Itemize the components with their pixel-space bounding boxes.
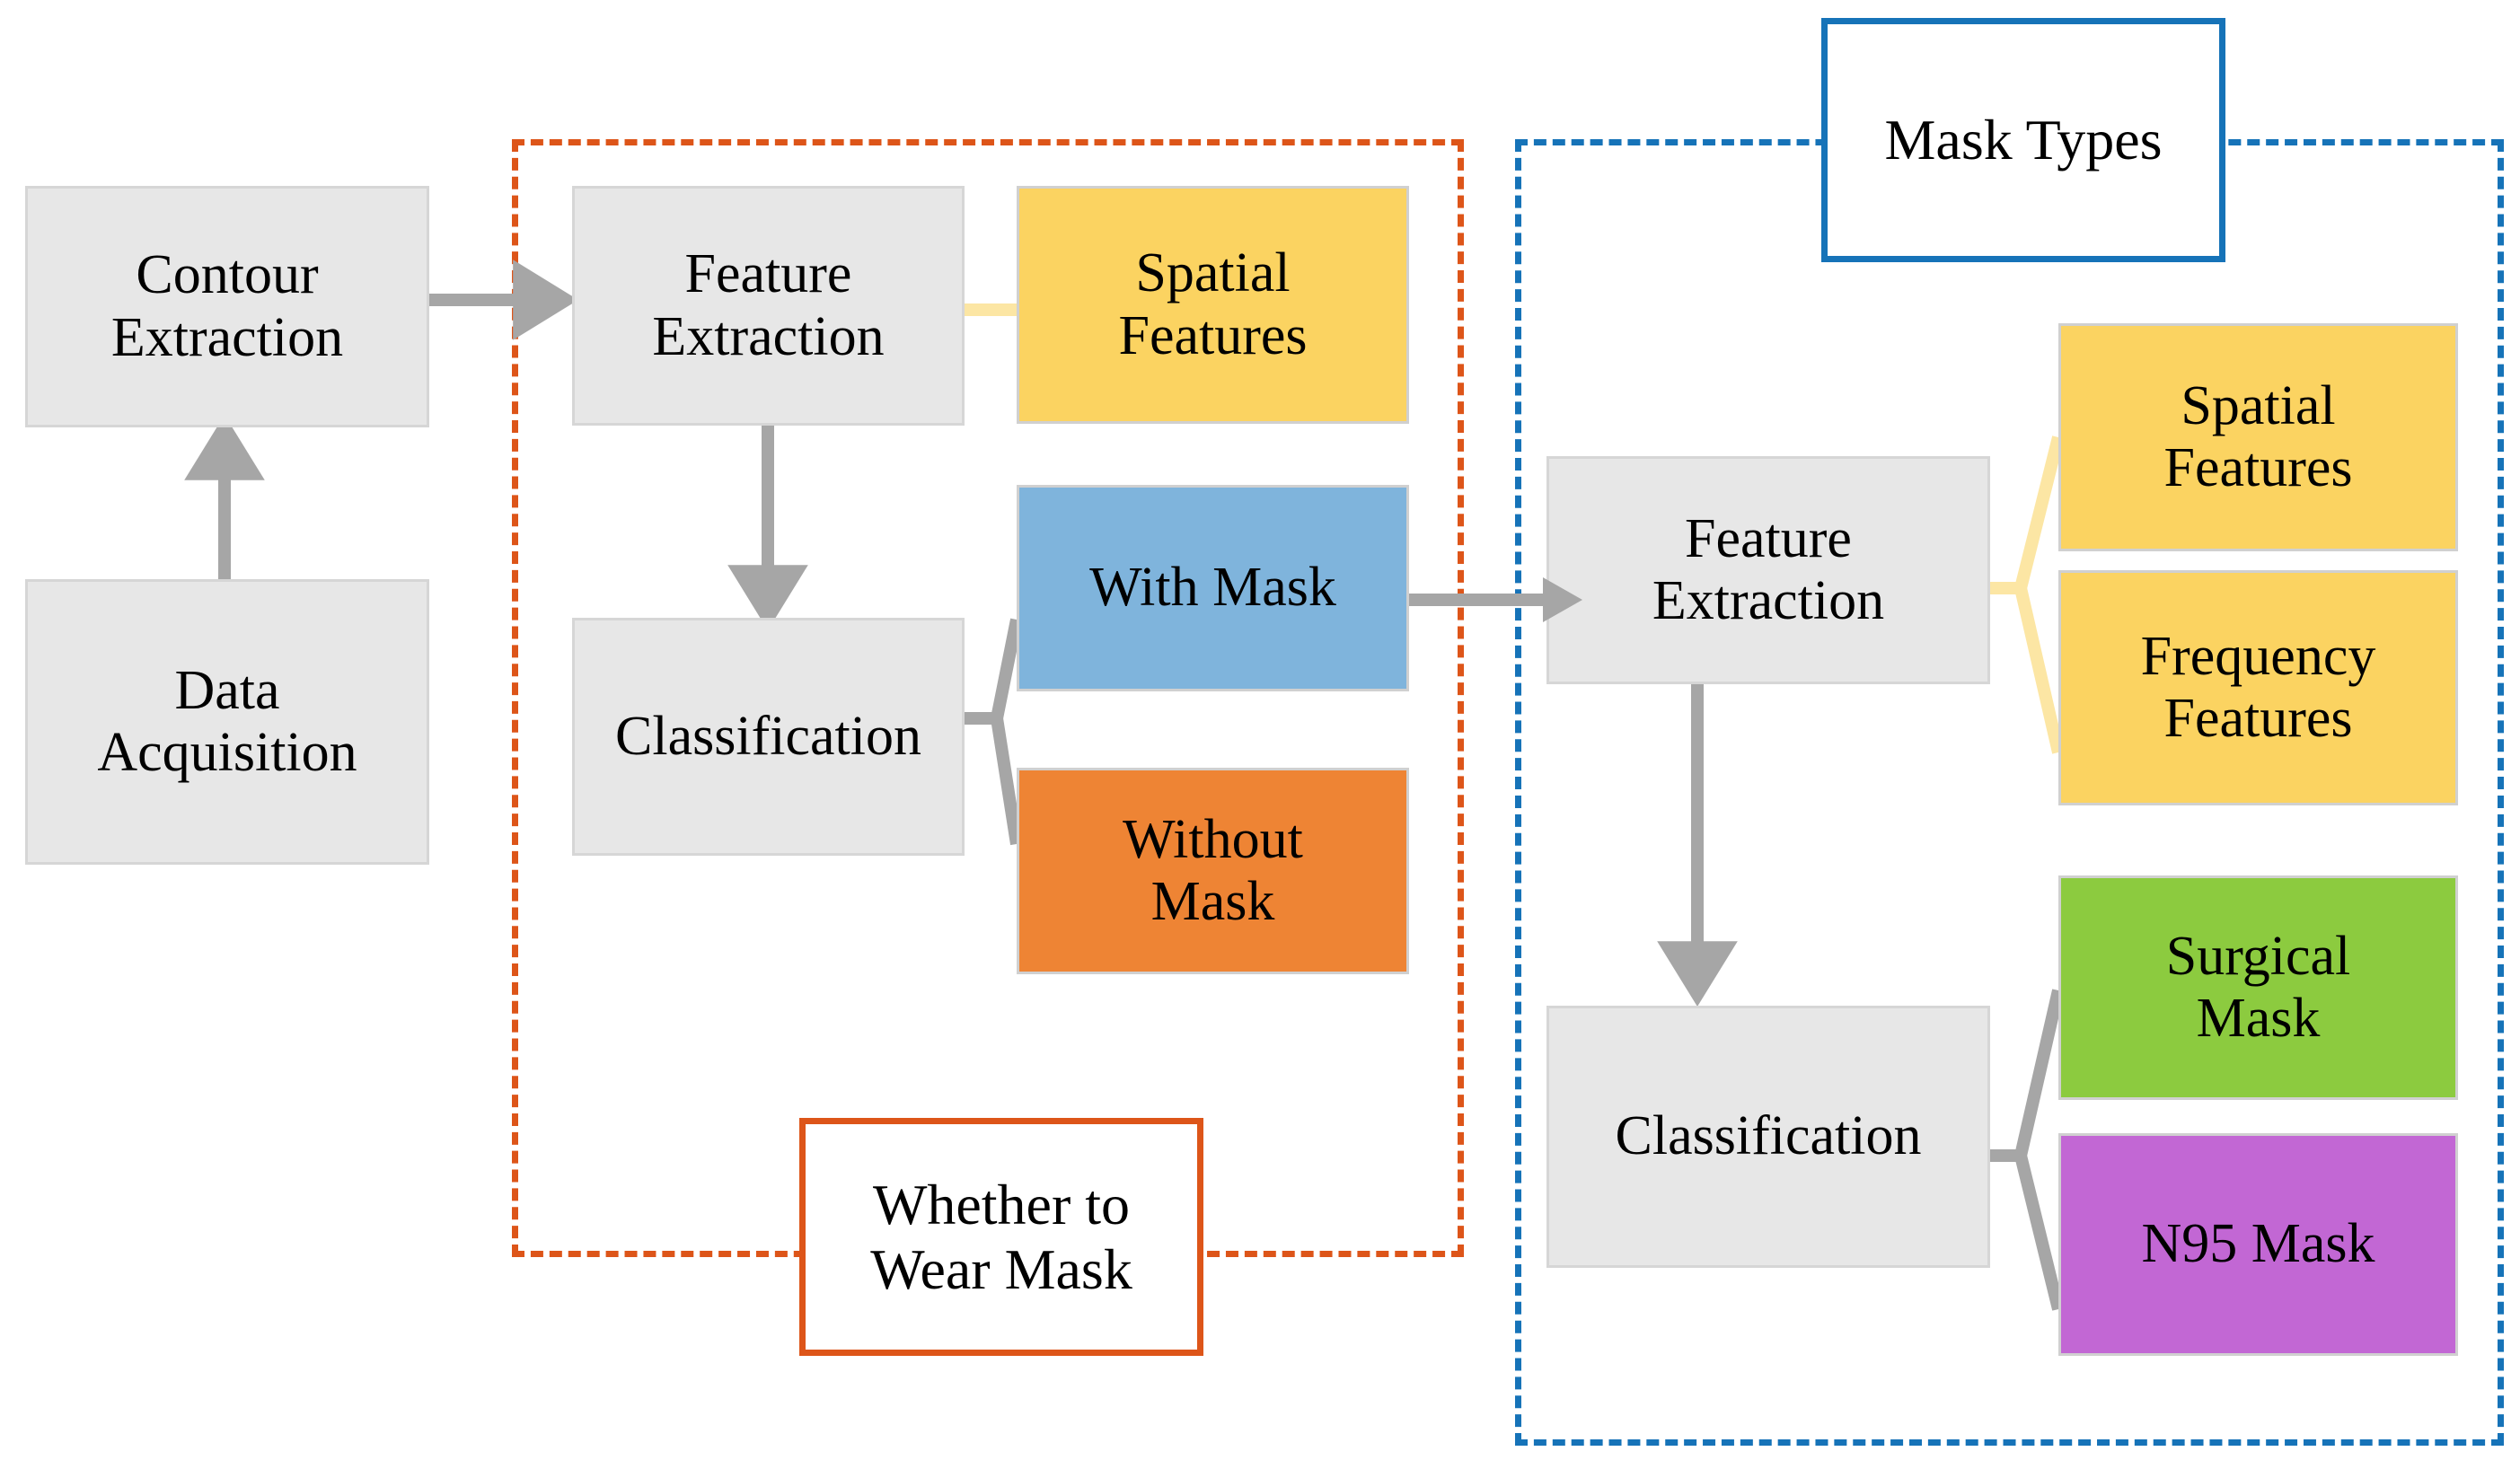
node-feature-extraction-right[interactable]: Feature Extraction xyxy=(1546,456,1990,684)
label-whether-to-wear-mask: Whether to Wear Mask xyxy=(799,1118,1203,1356)
node-without-mask[interactable]: Without Mask xyxy=(1017,768,1409,974)
node-feature-extraction-left[interactable]: Feature Extraction xyxy=(572,186,965,426)
node-spatial-features-left[interactable]: Spatial Features xyxy=(1017,186,1409,424)
node-surgical-mask[interactable]: Surgical Mask xyxy=(2058,875,2458,1100)
flowchart-canvas: Contour Extraction Data Acquisition Feat… xyxy=(0,0,2520,1469)
node-classification-right[interactable]: Classification xyxy=(1546,1006,1990,1268)
node-frequency-features[interactable]: Frequency Features xyxy=(2058,570,2458,805)
node-contour-extraction[interactable]: Contour Extraction xyxy=(25,186,429,427)
label-mask-types: Mask Types xyxy=(1821,18,2225,262)
node-spatial-features-right[interactable]: Spatial Features xyxy=(2058,323,2458,551)
node-with-mask[interactable]: With Mask xyxy=(1017,485,1409,691)
node-n95-mask[interactable]: N95 Mask xyxy=(2058,1133,2458,1356)
node-classification-left[interactable]: Classification xyxy=(572,618,965,856)
node-data-acquisition[interactable]: Data Acquisition xyxy=(25,579,429,865)
